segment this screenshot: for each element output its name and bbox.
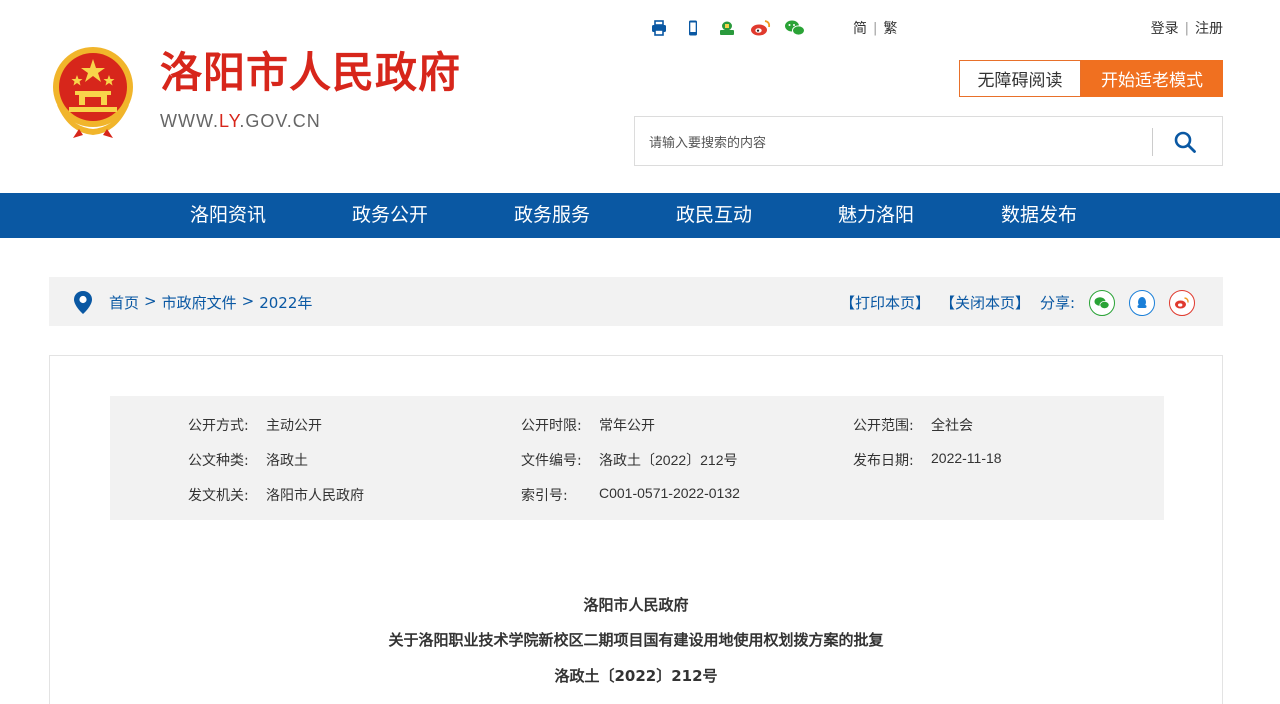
language-switch: 简 | 繁 [853, 18, 897, 38]
national-emblem-logo [53, 47, 133, 138]
nav-item-data-release[interactable]: 数据发布 [1001, 193, 1077, 238]
share-wechat-icon[interactable] [1089, 290, 1115, 316]
breadcrumb-home-link[interactable]: 首页 [109, 292, 139, 313]
share-weibo-icon[interactable] [1169, 290, 1195, 316]
share-icons [1089, 290, 1195, 316]
nav-item-charm-luoyang[interactable]: 魅力洛阳 [838, 193, 914, 238]
page: 洛阳市人民政府 WWW.LY.GOV.CN 简 | 繁 登录 | 注册 无障碍阅… [0, 0, 1280, 704]
wechat-icon[interactable] [784, 17, 806, 39]
meta-disclosure-method: 公开方式: 主动公开 [188, 415, 322, 435]
lang-separator: | [873, 20, 878, 36]
meta-value: 洛政土 [266, 452, 308, 468]
mobile-icon[interactable] [682, 17, 704, 39]
breadcrumb-separator: > [144, 292, 157, 310]
register-link[interactable]: 注册 [1195, 18, 1223, 38]
accessible-reading-button[interactable]: 无障碍阅读 [959, 60, 1081, 97]
meta-value: 2022-11-18 [931, 450, 1002, 466]
meta-doc-type: 公文种类: 洛政土 [188, 450, 308, 470]
elder-mode-button[interactable]: 开始适老模式 [1081, 60, 1223, 97]
document-issuer: 洛阳市人民政府 [583, 596, 689, 614]
site-title: 洛阳市人民政府 [160, 48, 462, 97]
breadcrumb-separator: > [241, 292, 255, 310]
meta-label: 公开方式: [188, 418, 249, 434]
auth-separator: | [1184, 20, 1189, 36]
meta-value: C001-0571-2022-0132 [599, 485, 740, 501]
nav-item-interaction[interactable]: 政民互动 [676, 193, 752, 238]
top-icon-bar [648, 17, 806, 39]
meta-value: 常年公开 [599, 417, 655, 433]
breadcrumb-city-docs-link[interactable]: 市政府文件 [162, 292, 237, 313]
lang-traditional-link[interactable]: 繁 [883, 18, 897, 38]
meta-value: 洛政土〔2022〕212号 [599, 452, 738, 468]
meta-label: 公开时限: [521, 418, 582, 434]
meta-value: 主动公开 [266, 417, 322, 433]
meta-value: 洛阳市人民政府 [266, 487, 364, 503]
login-link[interactable]: 登录 [1151, 18, 1179, 38]
lang-simplified-link[interactable]: 简 [853, 18, 867, 38]
government-app-icon[interactable] [716, 17, 738, 39]
site-url-highlight: LY [218, 111, 240, 131]
search-button[interactable] [1168, 128, 1202, 156]
main-nav: 洛阳资讯 政务公开 政务服务 政民互动 魅力洛阳 数据发布 [0, 193, 1280, 238]
meta-publish-date: 发布日期: 2022-11-18 [853, 450, 1002, 470]
search-input[interactable] [649, 129, 1129, 155]
meta-issuer: 发文机关: 洛阳市人民政府 [188, 485, 364, 505]
share-qq-icon[interactable] [1129, 290, 1155, 316]
page-actions: 【打印本页】 【关闭本页】 分享: [840, 292, 1075, 313]
meta-label: 索引号: [521, 488, 568, 504]
meta-label: 发布日期: [853, 453, 914, 469]
search-icon [1174, 131, 1196, 153]
site-url: WWW.LY.GOV.CN [160, 111, 321, 132]
meta-label: 公文种类: [188, 453, 249, 469]
search-divider [1152, 128, 1153, 156]
share-label: 分享: [1040, 294, 1076, 312]
article-panel: 公开方式: 主动公开 公开时限: 常年公开 公开范围: 全社会 公文种类: 洛政… [49, 355, 1223, 704]
nav-item-gov-services[interactable]: 政务服务 [514, 193, 590, 238]
print-page-link[interactable]: 【打印本页】 [840, 292, 930, 313]
breadcrumb-bar: 首页 > 市政府文件 > 2022年 【打印本页】 【关闭本页】 分享: [49, 277, 1223, 326]
meta-disclosure-scope: 公开范围: 全社会 [853, 415, 973, 435]
print-icon[interactable] [648, 17, 670, 39]
document-title: 关于洛阳职业技术学院新校区二期项目国有建设用地使用权划拨方案的批复 [388, 631, 884, 649]
search-box [634, 116, 1223, 166]
meta-doc-number: 文件编号: 洛政土〔2022〕212号 [521, 450, 738, 470]
document-number: 洛政土〔2022〕212号 [554, 667, 718, 685]
nav-item-luoyang-news[interactable]: 洛阳资讯 [190, 193, 266, 238]
site-url-suffix: .GOV.CN [239, 111, 321, 131]
meta-value: 全社会 [931, 417, 973, 433]
location-pin-icon [74, 291, 92, 314]
site-url-prefix: WWW. [160, 111, 219, 131]
meta-label: 公开范围: [853, 418, 914, 434]
breadcrumb: 首页 > 市政府文件 > 2022年 [109, 292, 312, 313]
document-metadata: 公开方式: 主动公开 公开时限: 常年公开 公开范围: 全社会 公文种类: 洛政… [110, 396, 1164, 520]
meta-label: 发文机关: [188, 488, 249, 504]
nav-item-gov-affairs-disclosure[interactable]: 政务公开 [352, 193, 428, 238]
close-page-link[interactable]: 【关闭本页】 [940, 292, 1030, 313]
breadcrumb-year-link[interactable]: 2022年 [259, 292, 312, 313]
meta-disclosure-period: 公开时限: 常年公开 [521, 415, 655, 435]
auth-links: 登录 | 注册 [1151, 18, 1223, 38]
meta-label: 文件编号: [521, 453, 582, 469]
weibo-icon[interactable] [750, 17, 772, 39]
meta-index-number: 索引号: C001-0571-2022-0132 [521, 485, 740, 505]
